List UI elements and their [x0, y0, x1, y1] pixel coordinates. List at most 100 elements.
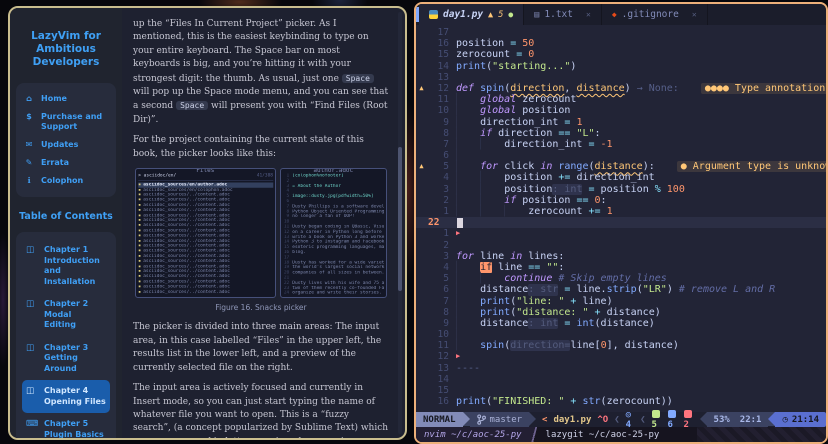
tab-gitignore[interactable]: ◆ .gitignore ✕	[602, 4, 708, 25]
paragraph: For the project containing the current s…	[133, 134, 389, 161]
git-add-icon	[652, 410, 660, 418]
preview-line: 5image::dusty.jpg[pdfwidth=50%]	[283, 194, 384, 199]
scrollbar-thumb[interactable]	[398, 147, 402, 290]
code-line[interactable]: 5▏ ▏ continue # Skip empty lines	[416, 273, 826, 284]
code-line[interactable]: 15zerocount = 0	[416, 49, 826, 60]
code-token: ▏	[456, 139, 480, 150]
close-icon[interactable]: ✕	[692, 10, 697, 19]
code-line[interactable]: 3for line in lines:	[416, 251, 826, 262]
code-token: ▏	[456, 94, 480, 105]
line-number: 11	[427, 94, 456, 105]
scroll-and-position: 53% 22:1	[707, 412, 769, 427]
code-line[interactable]: 1▶	[416, 228, 826, 239]
preview-text: organize and write their stories.	[292, 291, 381, 296]
line-number: 3	[427, 184, 456, 195]
close-icon[interactable]: ✕	[586, 10, 591, 19]
code-token: ▏	[456, 184, 480, 195]
content-scrollbar[interactable]	[398, 12, 402, 434]
code-line[interactable]: 16print("FINISHED: " + str(zerocount))	[416, 396, 826, 407]
code-line[interactable]: 9▏ distance: int = int(distance)	[416, 318, 826, 329]
code-line[interactable]: 12▶	[416, 351, 826, 362]
code-line[interactable]: 2	[416, 240, 826, 251]
code-token: +	[595, 307, 607, 318]
tmux-tab-nvim[interactable]: nvim ~/c/aoc-25-py	[416, 427, 530, 442]
paragraph-text: For the project containing the current s…	[133, 135, 364, 158]
mail-icon: ✉	[24, 140, 34, 150]
picker-files-panel: Files > asciidoc/en/41/388 ▪asciidoc_sou…	[135, 168, 276, 298]
code-line[interactable]: 1▏ ▏ ▏ zerocount += 1	[416, 206, 826, 217]
line-number: 17	[427, 27, 456, 38]
sidebar-item-colophon[interactable]: ℹColophon	[22, 172, 110, 190]
code-line[interactable]: 13	[416, 72, 826, 83]
code-line[interactable]: 11▏ global zerocount	[416, 94, 826, 105]
code-line[interactable]: 3▏ ▏ position: int = position % 100	[416, 184, 826, 195]
code-token: zerocount	[528, 206, 588, 217]
line-number: 12	[427, 83, 456, 94]
code-token: direction	[498, 128, 558, 139]
code-line[interactable]: ▲5▏ for click in range(distance):● Argum…	[416, 161, 826, 172]
sidebar-item-home[interactable]: ⌂Home	[22, 90, 110, 108]
code-line[interactable]: 4▏ if line == "":	[416, 262, 826, 273]
code-line[interactable]: 7▏ print("line: " + line)	[416, 296, 826, 307]
sidebar-item-errata[interactable]: ✎ Errata	[22, 154, 110, 172]
tmux-tab-lazygit[interactable]: lazygit ~/c/aoc-25-py	[538, 427, 668, 442]
tab-day1-py[interactable]: day1.py ▲ 5 ●	[419, 4, 524, 25]
statusline: NORMAL master < day1.py ^O ❮ ◎ 4 ❮ 5 6 2…	[416, 412, 826, 427]
code-line[interactable]: 4▏ ▏ position += direction_int	[416, 172, 826, 183]
chapter-item-chapter-1[interactable]: ◫Chapter 1Introduction and Installation	[22, 239, 110, 293]
picker-file-list: ▪asciidoc_sources/en/author.adoc▪asciido…	[138, 182, 273, 294]
code-editor[interactable]: 1716position = 5015zerocount = 014print(…	[416, 25, 826, 412]
book-icon: ◫	[26, 386, 37, 407]
book-title: LazyVim for Ambitious Developers	[18, 30, 114, 69]
line-number: 7	[427, 139, 456, 150]
paragraph: up the “Files In Current Project” picker…	[133, 18, 389, 127]
line-number: 13	[427, 363, 456, 374]
code-line[interactable]: 13----	[416, 363, 826, 374]
code-line[interactable]: 14print("starting...")	[416, 61, 826, 72]
code-line[interactable]: 10▏	[416, 329, 826, 340]
code-token: strip	[607, 284, 637, 295]
code-line[interactable]: 7▏ ▏ direction_int = -1	[416, 139, 826, 150]
code-token: distance	[595, 161, 643, 172]
code-token: ▏	[456, 307, 480, 318]
code-line[interactable]: 8▏ print("distance: " + distance)	[416, 307, 826, 318]
chapter-item-chapter-4[interactable]: ◫Chapter 4Opening Files	[22, 380, 110, 413]
code-token: zerocount	[522, 94, 576, 105]
code-line[interactable]: 2▏ ▏ if position == 0:	[416, 195, 826, 206]
pencil-icon: ✎	[24, 158, 34, 168]
code-line[interactable]: 6▏ distance: str = line.strip("LR") # re…	[416, 284, 826, 295]
preview-line: 20companies of all sizes in between.	[283, 270, 384, 275]
code-line[interactable]: 8▏ if direction == "L":	[416, 128, 826, 139]
code-line[interactable]: 10▏ global position	[416, 105, 826, 116]
code-line[interactable]: 17	[416, 27, 826, 38]
sidebar-item-updates[interactable]: ✉Updates	[22, 136, 110, 154]
chapter-item-chapter-5[interactable]: ⌨Chapter 5Plugin Basics	[22, 413, 110, 440]
code-line[interactable]: ▲12def spin(direction, distance) → None:…	[416, 83, 826, 94]
support-icon: $	[24, 112, 34, 122]
line-number: 8	[427, 128, 456, 139]
chapter-item-chapter-3[interactable]: ◫Chapter 3Getting Around	[22, 337, 110, 381]
code-line[interactable]: 11▏ spin(direction=line[0], distance)	[416, 340, 826, 351]
sidebar-item-purchase-and-support[interactable]: $Purchase and Support	[22, 108, 110, 136]
code-token: 0	[528, 49, 534, 60]
code-line[interactable]: 6▏	[416, 150, 826, 161]
file-path: asciidoc_sources/../content.adoc	[143, 289, 230, 294]
code-token: lines	[528, 251, 558, 262]
sidebar-item-label: Errata	[41, 158, 69, 168]
code-token: :	[558, 251, 564, 262]
code-line[interactable]: 14	[416, 374, 826, 385]
code-token: line	[582, 296, 606, 307]
code-line[interactable]: 22	[416, 217, 826, 228]
chapter-title: Getting Around	[44, 353, 78, 373]
code-line[interactable]: 16position = 50	[416, 38, 826, 49]
code-token: -1	[601, 139, 613, 150]
code-token: : int	[552, 184, 582, 195]
code-line[interactable]: 9▏ direction_int = 1	[416, 117, 826, 128]
chapter-item-chapter-2[interactable]: ◫Chapter 2Modal Editing	[22, 293, 110, 337]
code-token: zerocount	[456, 49, 516, 60]
code-line[interactable]: 15	[416, 385, 826, 396]
git-removed-icon	[684, 410, 692, 418]
git-branch: master	[470, 412, 530, 427]
tab-1-txt[interactable]: ▤ 1.txt ✕	[524, 4, 602, 25]
tmux-tab-divider	[530, 427, 538, 442]
